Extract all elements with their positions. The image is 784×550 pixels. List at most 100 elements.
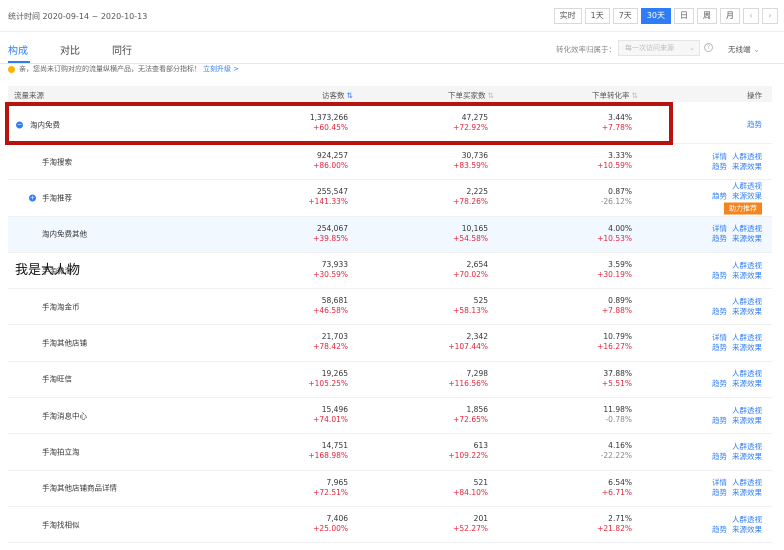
trend-link[interactable]: 趋势 [712, 525, 727, 534]
row-actions: 详情 人群透视 趋势 来源效果 [707, 478, 762, 498]
range-1day-button[interactable]: 1天 [584, 8, 610, 24]
overlay-caption: 我是大人物 [15, 263, 81, 278]
help-icon[interactable]: ? [704, 43, 713, 52]
trend-link[interactable]: 趋势 [712, 271, 727, 280]
table-row[interactable]: 手淘微淘 73,933 +30.59% 2,654 +70.02% 3.59% +30.19… [8, 253, 772, 290]
range-7day-button[interactable]: 7天 [612, 8, 638, 24]
trend-link[interactable]: 趋势 [712, 307, 727, 316]
effect-link[interactable]: 来源效果 [732, 307, 762, 316]
crowd-link[interactable]: 人群透视 [732, 261, 762, 270]
prev-arrow-icon[interactable]: ‹ [743, 8, 759, 24]
effect-link[interactable]: 来源效果 [732, 234, 762, 243]
table-row[interactable]: 手淘其他店铺 21,703 +78.42% 2,342 +107.44% 10.79% +1… [8, 325, 772, 362]
effect-link[interactable]: 来源效果 [732, 488, 762, 497]
source-name: 手淘消息中心 [42, 411, 87, 421]
range-week-button[interactable]: 周 [697, 8, 717, 24]
crowd-link[interactable]: 人群透视 [732, 515, 762, 524]
table-row[interactable]: − 淘内免费 1,373,266 +60.45% 47,275 +72.92% 3.44% +… [8, 106, 772, 144]
row-actions: 详情 人群透视 趋势 来源效果 [707, 152, 762, 172]
effect-link[interactable]: 来源效果 [732, 525, 762, 534]
row-actions: 人群透视 趋势 来源效果 [707, 442, 762, 462]
crowd-link[interactable]: 人群透视 [732, 181, 762, 190]
effect-link[interactable]: 来源效果 [732, 379, 762, 388]
trend-link[interactable]: 趋势 [712, 234, 727, 243]
tab-compare[interactable]: 对比 [60, 42, 80, 57]
detail-link[interactable]: 详情 [712, 224, 727, 233]
visitors-cell: 14,751 +168.98% [308, 441, 348, 461]
table-row[interactable]: 手淘找相似 7,406 +25.00% 201 +52.27% 2.71% +21.82% 人… [8, 507, 772, 544]
trend-link[interactable]: 趋势 [712, 343, 727, 352]
effect-link[interactable]: 来源效果 [732, 271, 762, 280]
tab-underline [8, 61, 30, 63]
range-month-button[interactable]: 月 [720, 8, 740, 24]
detail-link[interactable]: 详情 [712, 478, 727, 487]
crowd-link[interactable]: 人群透视 [732, 369, 762, 378]
crowd-link[interactable]: 人群透视 [732, 406, 762, 415]
effect-link[interactable]: 来源效果 [732, 416, 762, 425]
header-buyers[interactable]: 下单买家数 ⇅ [448, 90, 494, 101]
sort-icon: ⇅ [487, 91, 494, 100]
row-actions: 人群透视 趋势 来源效果 [707, 515, 762, 535]
source-name: 手淘其他店铺商品详情 [42, 483, 117, 493]
row-actions: 详情 人群透视 趋势 来源效果 [707, 224, 762, 244]
next-arrow-icon[interactable]: › [762, 8, 778, 24]
row-actions: 详情 人群透视 趋势 来源效果 [707, 333, 762, 353]
boost-button[interactable]: 助力推荐 [724, 202, 762, 215]
detail-link[interactable]: 详情 [712, 152, 727, 161]
effect-link[interactable]: 来源效果 [732, 191, 762, 200]
table-row[interactable]: 手淘消息中心 15,496 +74.01% 1,856 +72.65% 11.98% -0.… [8, 398, 772, 435]
trend-link[interactable]: 趋势 [712, 191, 727, 200]
header-conversion[interactable]: 下单转化率 ⇅ [592, 90, 638, 101]
buyers-cell: 2,654 +70.02% [453, 259, 488, 279]
table-row[interactable]: 手淘搜索 924,257 +86.00% 30,736 +83.59% 3.33% +10.… [8, 144, 772, 181]
crowd-link[interactable]: 人群透视 [732, 442, 762, 451]
trend-link[interactable]: 趋势 [712, 488, 727, 497]
upgrade-link[interactable]: 立刻升级 > [203, 64, 239, 74]
expand-icon[interactable]: + [29, 194, 36, 202]
visitors-cell: 21,703 +78.42% [313, 332, 348, 352]
stat-time-label: 统计时间 2020-09-14 ~ 2020-10-13 [8, 12, 148, 21]
effect-link[interactable]: 来源效果 [732, 343, 762, 352]
header-actions: 操作 [747, 91, 762, 100]
table-row[interactable]: 手淘其他店铺商品详情 7,965 +72.51% 521 +84.10% 6.54% +6.… [8, 471, 772, 507]
effect-link[interactable]: 来源效果 [732, 162, 762, 171]
trend-link[interactable]: 趋势 [712, 416, 727, 425]
range-day-button[interactable]: 日 [674, 8, 694, 24]
row-actions: 人群透视 趋势 来源效果助力推荐 [707, 181, 762, 215]
table-row[interactable]: 手淘旺信 19,265 +105.25% 7,298 +116.56% 37.88% +5.… [8, 362, 772, 399]
crowd-link[interactable]: 人群透视 [732, 333, 762, 342]
crowd-link[interactable]: 人群透视 [732, 297, 762, 306]
conversion-cell: 2.71% +21.82% [597, 513, 632, 533]
table-row[interactable]: + 手淘推荐 255,547 +141.33% 2,225 +78.26% 0.87% -26… [8, 180, 772, 217]
trend-link[interactable]: 趋势 [712, 162, 727, 171]
attribution-select[interactable]: 每一次访问来源 ⌄ [618, 40, 700, 56]
crowd-link[interactable]: 人群透视 [732, 224, 762, 233]
detail-link[interactable]: 详情 [712, 333, 727, 342]
table-row[interactable]: 手淘拍立淘 14,751 +168.98% 613 +109.22% 4.16% -22.2… [8, 434, 772, 471]
effect-link[interactable]: 来源效果 [732, 452, 762, 461]
buyers-cell: 47,275 +72.92% [453, 113, 488, 132]
conversion-cell: 10.79% +16.27% [597, 332, 632, 352]
crowd-link[interactable]: 人群透视 [732, 152, 762, 161]
tab-peers[interactable]: 同行 [112, 42, 132, 57]
terminal-select[interactable]: 无线端 ⌄ [728, 44, 760, 55]
trend-link[interactable]: 趋势 [747, 120, 762, 129]
table-row[interactable]: 手淘淘金币 58,681 +46.58% 525 +58.13% 0.89% +7.88% 人… [8, 289, 772, 326]
table-row[interactable]: 淘内免费其他 254,067 +39.85% 10,165 +54.58% 4.00% +1… [8, 216, 772, 253]
source-name: 手淘搜索 [42, 157, 72, 167]
conversion-cell: 4.16% -22.22% [600, 441, 632, 461]
range-realtime-button[interactable]: 实时 [553, 8, 582, 24]
tab-composition[interactable]: 构成 [8, 42, 28, 57]
trend-link[interactable]: 趋势 [712, 379, 727, 388]
trend-link[interactable]: 趋势 [712, 452, 727, 461]
collapse-icon[interactable]: − [16, 121, 23, 128]
buyers-cell: 2,225 +78.26% [453, 187, 488, 207]
row-actions: 趋势 [742, 120, 762, 130]
buyers-cell: 201 +52.27% [453, 513, 488, 533]
table-header: 流量来源 访客数 ⇅ 下单买家数 ⇅ 下单转化率 ⇅ 操作 [8, 86, 772, 102]
visitors-cell: 1,373,266 +60.45% [309, 113, 348, 132]
source-name: 手淘淘金币 [42, 302, 80, 312]
range-30day-button[interactable]: 30天 [640, 8, 671, 24]
header-visitors[interactable]: 访客数 ⇅ [322, 90, 353, 101]
crowd-link[interactable]: 人群透视 [732, 478, 762, 487]
